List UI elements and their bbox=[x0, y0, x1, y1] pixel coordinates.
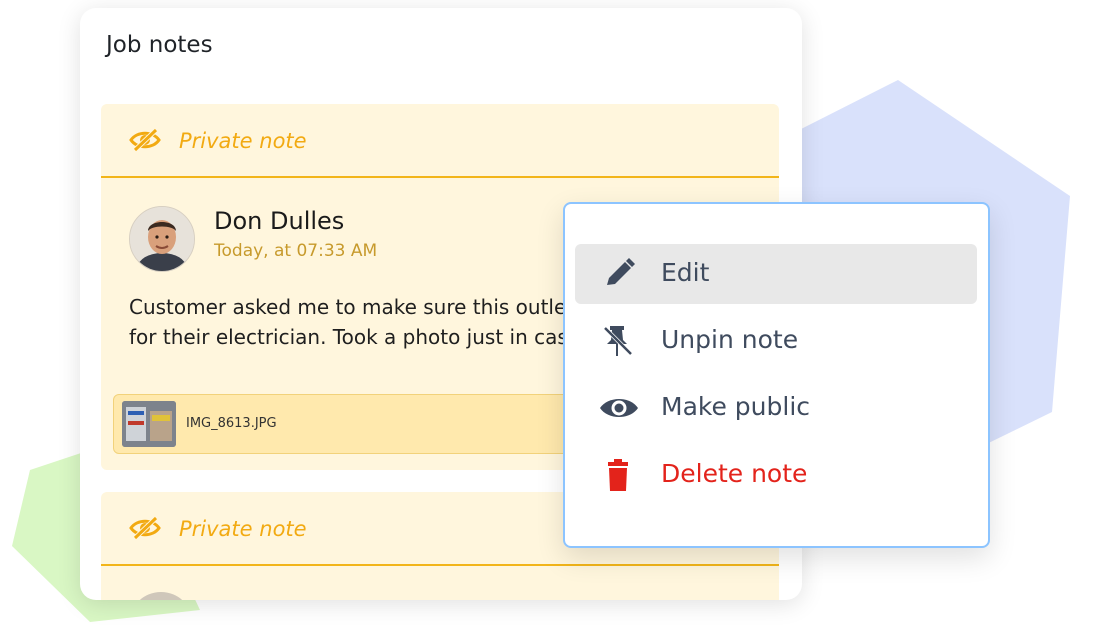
menu-item-delete[interactable]: Delete note bbox=[575, 445, 977, 505]
attachment-filename: IMG_8613.JPG bbox=[186, 416, 277, 431]
menu-item-label: Edit bbox=[661, 258, 710, 287]
private-note-label: Private note bbox=[179, 517, 307, 541]
card-title: Job notes bbox=[106, 32, 213, 58]
note-context-menu: Edit Unpin note Make public Delete note bbox=[563, 202, 990, 548]
private-note-label: Private note bbox=[179, 129, 307, 153]
attachment-thumbnail[interactable] bbox=[122, 401, 176, 447]
note-header: Private note bbox=[101, 104, 779, 178]
note-timestamp: Today, at 07:33 AM bbox=[214, 241, 378, 261]
menu-item-unpin[interactable]: Unpin note bbox=[575, 311, 977, 371]
menu-item-make-public[interactable]: Make public bbox=[575, 378, 977, 438]
menu-item-label: Make public bbox=[661, 392, 811, 421]
menu-item-edit[interactable]: Edit bbox=[575, 244, 977, 304]
avatar-image bbox=[130, 207, 194, 271]
avatar bbox=[129, 592, 193, 600]
note-author: Don Dulles bbox=[214, 207, 345, 235]
pin-off-icon bbox=[603, 326, 633, 356]
eye-slash-icon bbox=[129, 128, 161, 152]
avatar bbox=[129, 206, 195, 272]
menu-item-label: Delete note bbox=[661, 459, 808, 488]
eye-icon bbox=[600, 399, 638, 417]
eye-slash-icon bbox=[129, 516, 161, 540]
menu-item-label: Unpin note bbox=[661, 325, 799, 354]
pencil-icon bbox=[607, 258, 635, 285]
trash-icon bbox=[608, 459, 628, 491]
